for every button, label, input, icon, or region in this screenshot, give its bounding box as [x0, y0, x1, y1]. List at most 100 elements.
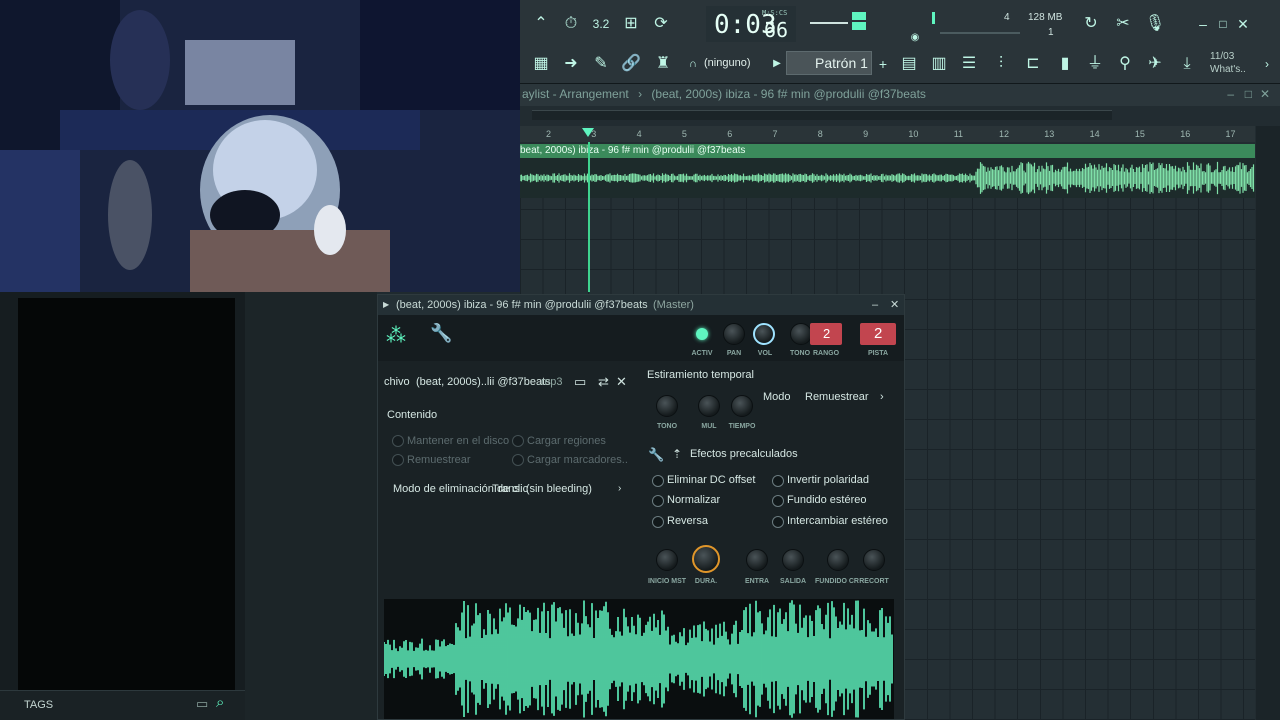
tempo-tap-icon[interactable]: ⚲	[1112, 52, 1138, 76]
precalc-wrench-icon[interactable]: 🔧	[648, 447, 664, 463]
top-strip: ⁂ 🔧 2 2 ACTIV PAN VOL TONO RANGO PISTA	[378, 315, 904, 361]
webcam-overlay	[0, 0, 520, 292]
pan-knob[interactable]	[723, 323, 745, 345]
file-name[interactable]: (beat, 2000s)..lii @f37beats	[416, 376, 551, 388]
next-hint-icon[interactable]: ›	[1254, 52, 1280, 76]
mode-arrow-icon[interactable]: ›	[880, 391, 884, 403]
pencil-icon[interactable]: ✎	[588, 52, 614, 76]
playhead-marker-icon[interactable]	[582, 128, 594, 137]
swap-stereo-label: Intercambiar estéreo	[787, 515, 888, 527]
keyboard-icon[interactable]: ▦	[528, 52, 554, 76]
song-position-mini[interactable]	[810, 12, 872, 32]
declick-arrow-icon[interactable]: ›	[618, 483, 621, 494]
ruler-tick: 17	[1225, 129, 1236, 139]
plugin-icon[interactable]: ⏚	[1082, 52, 1108, 76]
mixer-icon[interactable]: ⫶	[988, 52, 1014, 76]
stereo-fade-check[interactable]	[772, 495, 784, 507]
normalize-check[interactable]	[652, 495, 664, 507]
range-box[interactable]: 2	[810, 323, 842, 345]
swap-stereo-check[interactable]	[772, 516, 784, 528]
length-knob[interactable]	[692, 545, 720, 573]
metronome-icon[interactable]: ⌃	[528, 12, 554, 36]
playlist-scrollbar-h[interactable]	[532, 110, 1112, 120]
link-icon[interactable]: 🔗	[618, 52, 644, 76]
folder-icon[interactable]: ▭	[196, 696, 208, 712]
download-icon[interactable]: ⤓	[1174, 52, 1200, 76]
time-display[interactable]: 0:03 M:S:CS 66	[706, 6, 796, 42]
sampler-title-bar[interactable]: ▶ (beat, 2000s) ibiza - 96 f# min @produ…	[378, 295, 904, 315]
ruler-tick: 13	[1044, 129, 1055, 139]
ruler-tick: 6	[727, 129, 733, 139]
trim-knob[interactable]	[863, 549, 885, 571]
none-selector[interactable]: (ninguno)	[704, 57, 750, 69]
playlist-close-icon[interactable]: ✕	[1260, 84, 1270, 104]
countdown-icon[interactable]: 3.2	[588, 12, 614, 36]
label-rango: RANGO	[812, 350, 840, 357]
microphone-icon[interactable]: 🎙	[1142, 12, 1168, 36]
loop-record-icon[interactable]: ⟳	[648, 12, 674, 36]
sampler-close-icon[interactable]: ✕	[890, 295, 899, 315]
content-heading: Contenido	[387, 409, 438, 421]
load-regions-radio[interactable]	[512, 435, 524, 447]
search-icon[interactable]: ⌕	[216, 694, 224, 711]
file-icon[interactable]: ▮	[1052, 52, 1078, 76]
file-prefix: chivo	[384, 376, 410, 388]
step-edit-icon[interactable]: ⊞	[618, 12, 644, 36]
keep-on-disk-radio[interactable]	[392, 435, 404, 447]
arrow-right-icon[interactable]: ➜	[558, 52, 584, 76]
pattern-selector[interactable]: Patrón 1	[786, 51, 872, 75]
volume-knob[interactable]	[753, 323, 775, 345]
channel-settings-window: ▶ (beat, 2000s) ibiza - 96 f# min @produ…	[377, 294, 905, 720]
add-pattern-icon[interactable]: +	[870, 52, 896, 76]
playlist-icon[interactable]: ▤	[896, 52, 922, 76]
hint-text[interactable]: What's..	[1210, 64, 1246, 75]
browser-icon[interactable]: ⊏	[1020, 52, 1046, 76]
sampler-minimize-icon[interactable]: –	[872, 295, 878, 315]
playlist-scrollbar-v[interactable]	[1256, 126, 1280, 720]
sample-waveform[interactable]	[384, 599, 894, 719]
collapse-arrow-icon[interactable]: ▶	[383, 295, 389, 315]
active-led[interactable]	[696, 328, 708, 340]
wait-input-icon[interactable]: ⏱	[558, 12, 584, 36]
stretch-mul-knob[interactable]	[698, 395, 720, 417]
panic-icon[interactable]: ↻	[1078, 12, 1104, 36]
playlist-title-bar[interactable]: aylist - Arrangement › (beat, 2000s) ibi…	[520, 84, 1280, 106]
playlist-minimize-icon[interactable]: –	[1227, 84, 1234, 104]
crossfade-knob[interactable]	[827, 549, 849, 571]
load-markers-radio[interactable]	[512, 454, 524, 466]
audio-clip[interactable]: beat, 2000s) ibiza - 96 f# min @produlii…	[519, 144, 1255, 198]
ruler-tick: 7	[772, 129, 778, 139]
invert-polarity-check[interactable]	[772, 475, 784, 487]
browser-tree[interactable]	[18, 298, 235, 690]
fade-in-knob[interactable]	[746, 549, 768, 571]
stretch-time-knob[interactable]	[731, 395, 753, 417]
open-folder-icon[interactable]: ▭	[574, 374, 586, 390]
stamp-icon[interactable]: ♜	[650, 52, 676, 76]
resample-radio[interactable]	[392, 454, 404, 466]
channel-rack-icon[interactable]: ☰	[956, 52, 982, 76]
declick-value[interactable]: Trans. (sin bleeding)	[492, 483, 592, 495]
fade-out-knob[interactable]	[782, 549, 804, 571]
dc-offset-label: Eliminar DC offset	[667, 474, 756, 486]
timeline-ruler[interactable]: 2 3 4 5 6 7 8 9 10 11 12 13 14 15 16 17	[520, 126, 1255, 142]
stretch-pitch-knob[interactable]	[656, 395, 678, 417]
track-box[interactable]: 2	[860, 323, 896, 345]
replace-icon[interactable]: ⇄	[598, 374, 609, 390]
dc-offset-check[interactable]	[652, 475, 664, 487]
resample-label: Remuestrear	[407, 454, 471, 466]
cut-icon[interactable]: ✂	[1110, 12, 1136, 36]
mode-value[interactable]: Remuestrear	[805, 391, 869, 403]
wrench-tab-icon[interactable]: 🔧	[430, 323, 452, 344]
tempo-icon[interactable]: ◉	[902, 26, 928, 50]
start-offset-knob[interactable]	[656, 549, 678, 571]
close-icon[interactable]: ✕	[1230, 12, 1256, 36]
pitch-knob[interactable]	[790, 323, 812, 345]
piano-roll-icon[interactable]: ▥	[926, 52, 952, 76]
headphone-icon[interactable]: ∩	[680, 52, 706, 76]
remove-file-icon[interactable]: ✕	[616, 374, 627, 390]
precalc-toggle-icon[interactable]: ⇡	[672, 447, 682, 461]
reverse-check[interactable]	[652, 516, 664, 528]
waveform-tab-icon[interactable]: ⁂	[386, 323, 406, 348]
playlist-maximize-icon[interactable]: □	[1245, 84, 1252, 104]
video-icon[interactable]: ✈	[1142, 52, 1168, 76]
